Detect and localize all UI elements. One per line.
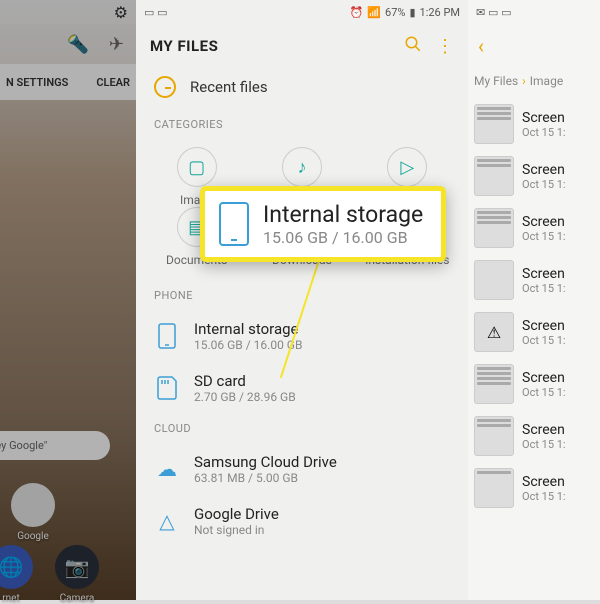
battery-icon: ▮ [409,6,415,19]
cloud-header: CLOUD [136,416,468,441]
image-icon: ▢ [177,147,217,187]
list-item[interactable]: ScreenOct 15 1: [468,358,600,410]
breadcrumb[interactable]: My Files › Image [468,68,600,98]
wifi-icon: 📶 [367,6,381,19]
file-list: ScreenOct 15 1: ScreenOct 15 1: ScreenOc… [468,98,600,514]
cloud-storage-list: ☁ Samsung Cloud Drive63.81 MB / 5.00 GB … [136,441,468,549]
airplane-icon[interactable]: ✈ [109,34,124,55]
categories-header: CATEGORIES [136,112,468,137]
home-wallpaper-area: "Hey Google" Google 🌐 rnet 📷 Camera [0,100,136,600]
quick-toggles: 🔦 ✈ [0,24,136,64]
back-row[interactable]: ‹ [468,24,600,68]
search-hint: "Hey Google" [0,439,47,452]
thumbnail [474,260,514,300]
list-item[interactable]: ScreenOct 15 1: [468,254,600,306]
storage-sub: Not signed in [194,523,279,537]
back-chevron-icon: ‹ [478,34,484,58]
crumb-myfiles: My Files [474,74,518,88]
callout-internal-storage: Internal storage 15.06 GB / 16.00 GB [200,186,446,262]
clock-time: 1:26 PM [420,6,460,19]
internet-icon: 🌐 [0,545,33,589]
notif-icon: ✉ ▭ ▭ [476,6,511,19]
images-list-panel: ✉ ▭ ▭ ‹ My Files › Image ScreenOct 15 1: S… [468,0,600,600]
phone-icon [219,202,249,246]
video-icon: ▷ [387,147,427,187]
home-screen-panel: ⚙ 🔦 ✈ N SETTINGS CLEAR "Hey Google" Goog… [0,0,136,600]
page-title: MY FILES [150,37,218,55]
recent-label: Recent files [190,78,268,96]
camera-icon: 📷 [55,545,99,589]
clear-label[interactable]: CLEAR [96,76,130,89]
notif-icon: ▭ ▭ [144,6,168,19]
app-label: Google [8,531,58,542]
thumbnail [474,208,514,248]
app-bar: MY FILES ⋮ [136,24,468,68]
chevron-right-icon: › [522,74,526,88]
list-item[interactable]: ScreenOct 15 1: [468,98,600,150]
app-camera[interactable]: 📷 Camera [52,545,102,604]
storage-sub: 63.81 MB / 5.00 GB [194,471,337,485]
search-icon[interactable] [404,35,422,58]
callout-sub: 15.06 GB / 16.00 GB [263,228,423,247]
recent-files-row[interactable]: Recent files [136,68,468,112]
storage-name: Samsung Cloud Drive [194,453,337,471]
crumb-images: Image [530,74,563,88]
thumbnail [474,364,514,404]
clock-icon [154,76,176,98]
storage-name: Google Drive [194,505,279,523]
phone-header: PHONE [136,283,468,308]
notification-settings-row: N SETTINGS CLEAR [0,64,136,100]
sdcard-icon [154,375,180,401]
more-icon[interactable]: ⋮ [436,36,454,57]
internal-storage-row[interactable]: Internal storage15.06 GB / 16.00 GB [154,310,450,362]
storage-sub: 2.70 GB / 28.96 GB [194,390,296,404]
flashlight-icon[interactable]: 🔦 [66,34,88,55]
status-bar-right: ✉ ▭ ▭ [468,0,600,24]
thumbnail: ⚠ [474,312,514,352]
app-label: Camera [52,593,102,604]
thumbnail [474,156,514,196]
app-internet[interactable]: 🌐 rnet [0,545,36,604]
thumbnail [474,104,514,144]
battery-pct: 67% [385,6,405,19]
list-item[interactable]: ⚠ScreenOct 15 1: [468,306,600,358]
phone-icon [154,323,180,349]
gear-icon[interactable]: ⚙ [114,3,128,22]
thumbnail [474,416,514,456]
thumbnail [474,468,514,508]
audio-icon: ♪ [282,147,322,187]
left-topbar: ⚙ [0,0,136,24]
app-label: rnet [0,593,36,604]
storage-sub: 15.06 GB / 16.00 GB [194,338,302,352]
gdrive-icon: △ [154,508,180,534]
my-files-panel: ▭ ▭ ⏰ 📶 67% ▮ 1:26 PM MY FILES ⋮ Recent … [136,0,468,600]
status-bar: ▭ ▭ ⏰ 📶 67% ▮ 1:26 PM [136,0,468,24]
cloud-icon: ☁ [154,456,180,482]
list-item[interactable]: ScreenOct 15 1: [468,202,600,254]
list-item[interactable]: ScreenOct 15 1: [468,462,600,514]
samsung-cloud-row[interactable]: ☁ Samsung Cloud Drive63.81 MB / 5.00 GB [154,443,450,495]
list-item[interactable]: ScreenOct 15 1: [468,150,600,202]
storage-name: Internal storage [194,320,302,338]
google-search-pill[interactable]: "Hey Google" [0,431,110,460]
settings-label[interactable]: N SETTINGS [6,76,68,89]
sd-card-row[interactable]: SD card2.70 GB / 28.96 GB [154,362,450,414]
google-drive-row[interactable]: △ Google DriveNot signed in [154,495,450,547]
list-item[interactable]: ScreenOct 15 1: [468,410,600,462]
callout-title: Internal storage [263,201,423,228]
app-google[interactable]: Google [8,483,58,542]
google-folder-icon [11,483,55,527]
alarm-icon: ⏰ [350,6,364,19]
phone-storage-list: Internal storage15.06 GB / 16.00 GB SD c… [136,308,468,416]
